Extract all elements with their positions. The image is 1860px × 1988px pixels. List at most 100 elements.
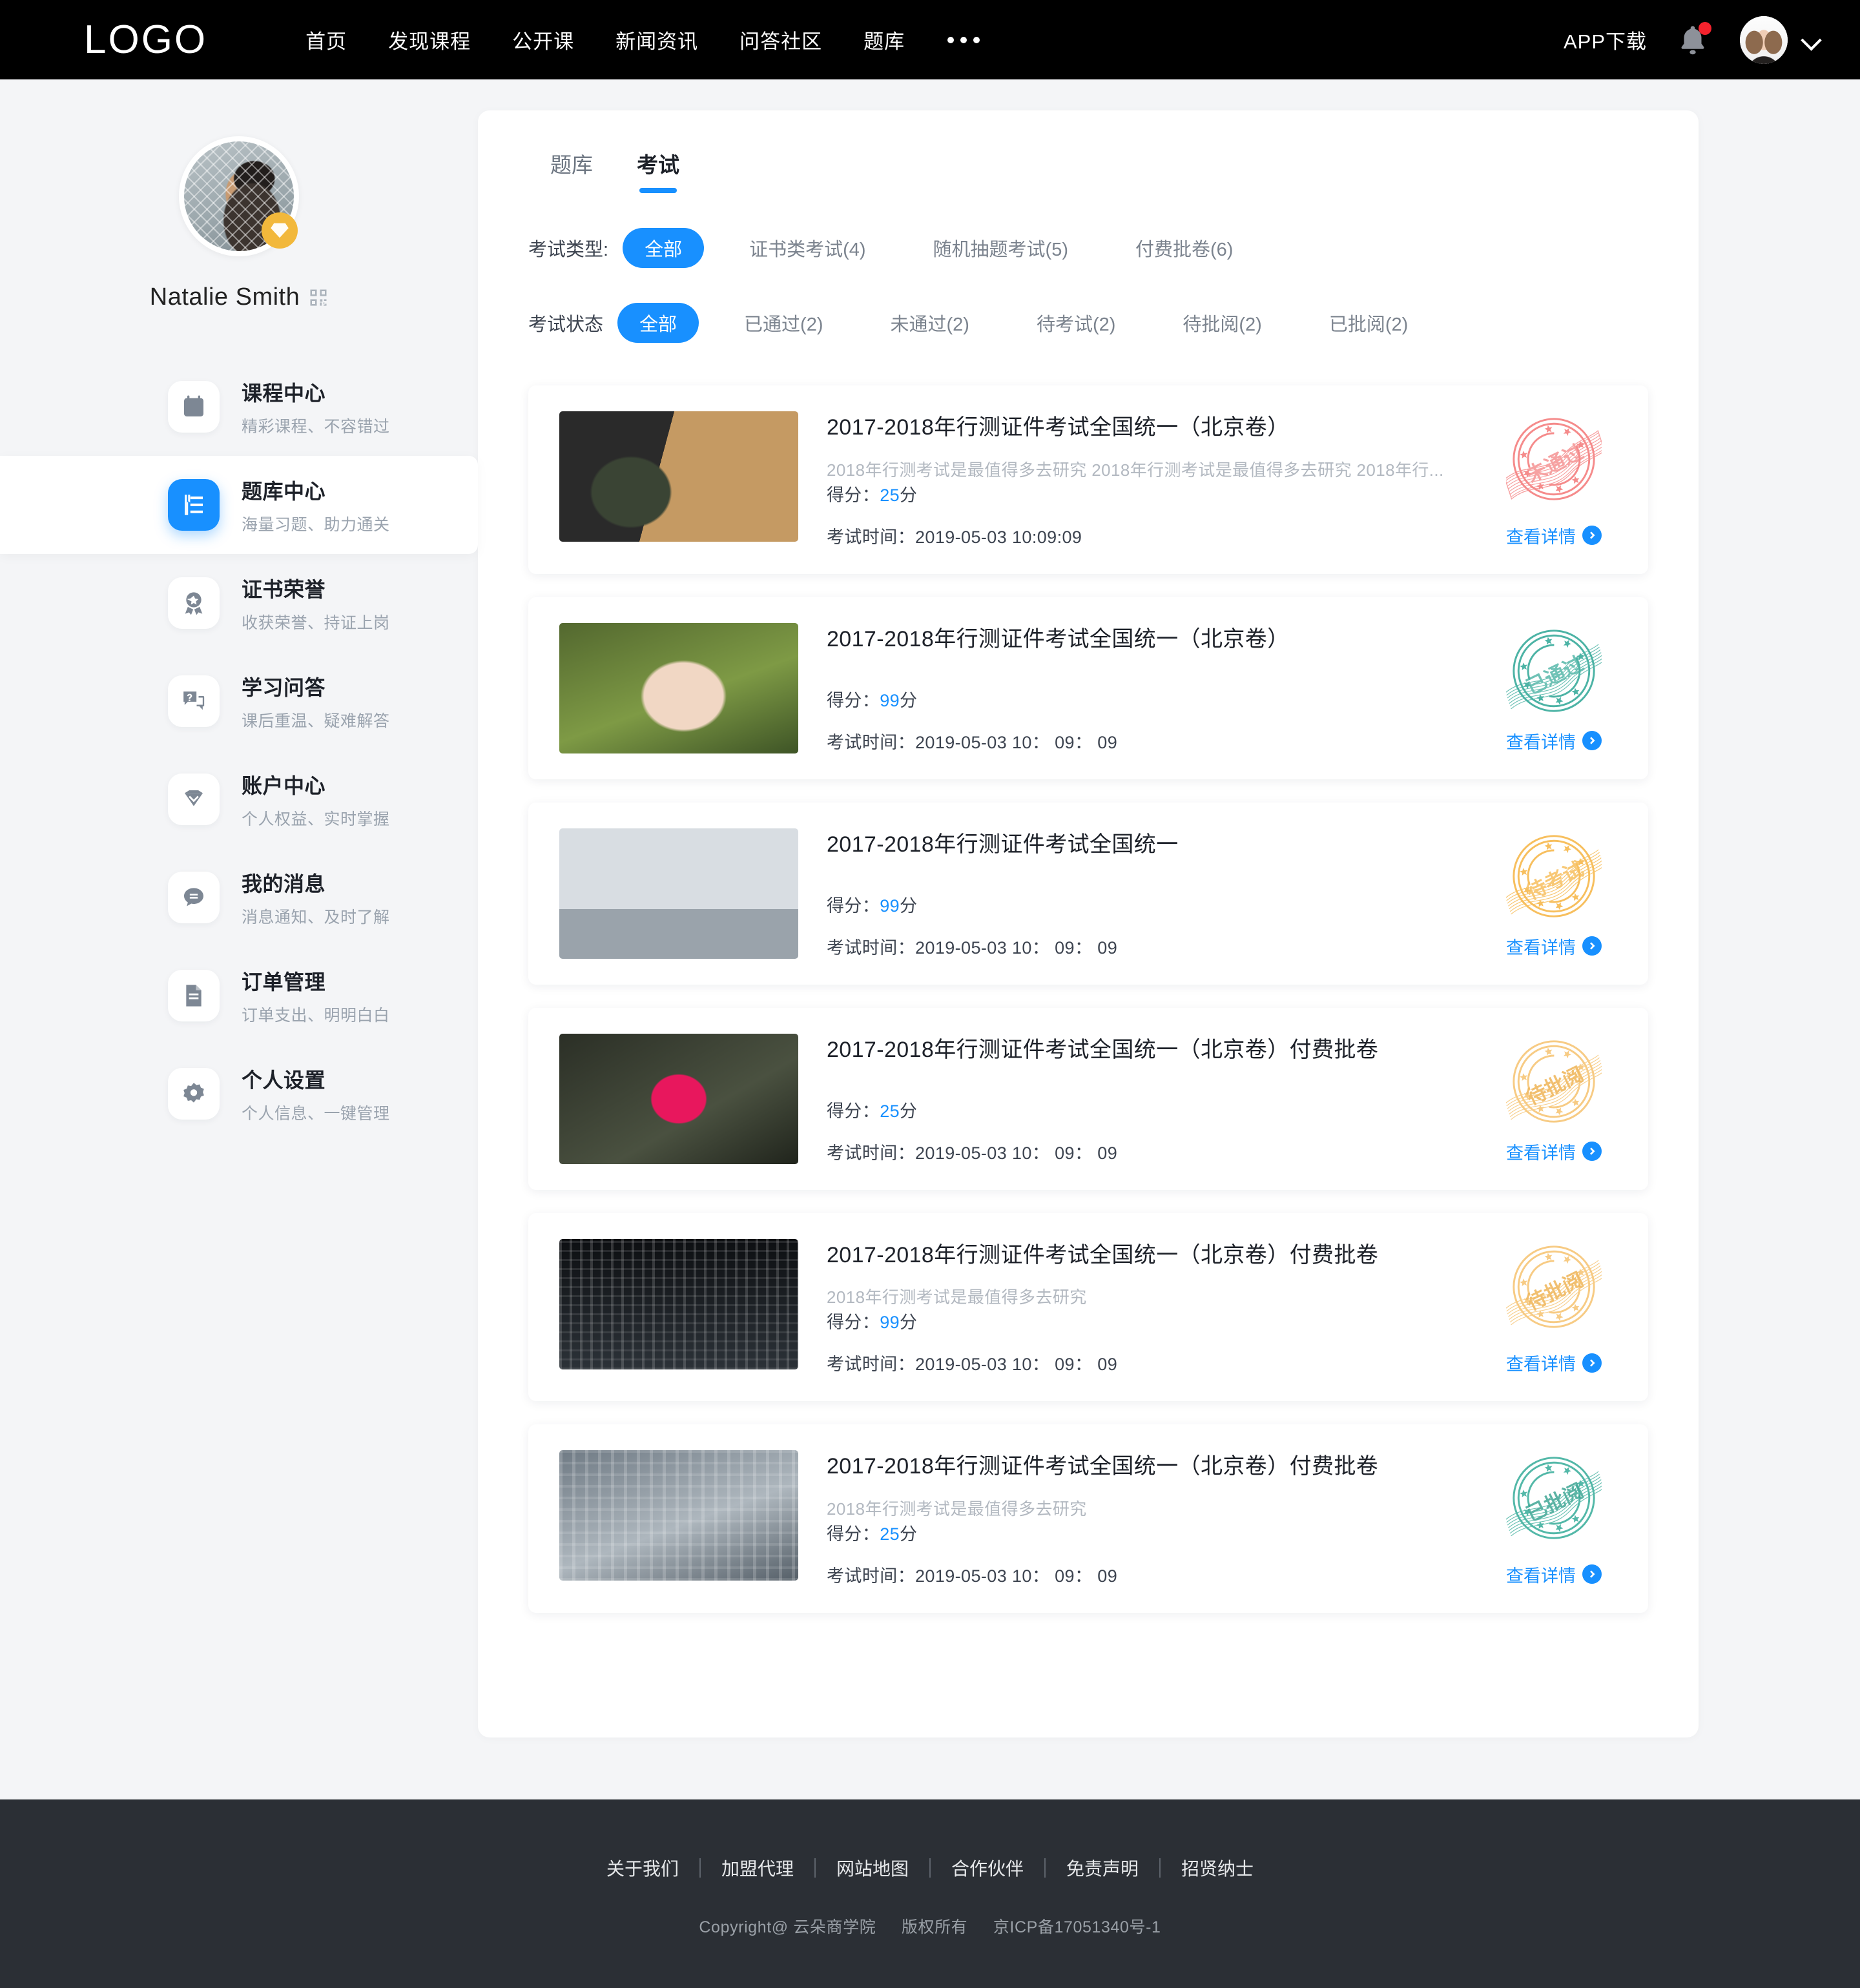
exam-title: 2017-2018年行测证件考试全国统一（北京卷）付费批卷 <box>827 1037 1379 1062</box>
exam-description: 2018年行测考试是最值得多去研究 2018年行测考试是最值得多去研究 2018… <box>827 460 1444 480</box>
sidebar-item-subtitle: 课后重温、疑难解答 <box>242 712 390 730</box>
filter-exam-type-random[interactable]: 随机抽题考试(5) <box>911 228 1090 268</box>
exam-card[interactable]: 2017-2018年行测证件考试全国统一（北京卷）付费批卷 得分：25分 考试时… <box>528 1007 1648 1190</box>
bell-icon[interactable] <box>1675 21 1711 58</box>
chevron-down-icon[interactable] <box>1802 30 1821 50</box>
tab-question-bank[interactable]: 题库 <box>528 148 615 193</box>
ellipsis-icon[interactable] <box>925 36 1002 43</box>
filter-exam-type-all[interactable]: 全部 <box>623 228 705 268</box>
filter-exam-type-certificate[interactable]: 证书类考试(4) <box>727 228 887 268</box>
view-detail-label: 查看详情 <box>1506 1355 1576 1374</box>
icp-text[interactable]: 京ICP备17051340号-1 <box>993 1918 1161 1936</box>
status-badge: 已批阅 <box>1505 1450 1604 1546</box>
footer-link-about[interactable]: 关于我们 <box>586 1855 699 1881</box>
filter-row-exam-type: 考试类型: 全部 证书类考试(4) 随机抽题考试(5) 付费批卷(6) <box>528 228 1699 268</box>
filter-status-reviewed[interactable]: 已批阅(2) <box>1307 303 1430 343</box>
filter-status-all[interactable]: 全部 <box>617 303 699 343</box>
exam-title: 2017-2018年行测证件考试全国统一（北京卷）付费批卷 <box>827 1242 1379 1267</box>
chevron-right-icon <box>1582 936 1602 956</box>
filter-exam-type-paid-grading[interactable]: 付费批卷(6) <box>1113 228 1255 268</box>
view-detail-link[interactable]: 查看详情 <box>1506 728 1602 753</box>
app-download-link[interactable]: APP下载 <box>1564 25 1647 54</box>
view-detail-link[interactable]: 查看详情 <box>1506 1562 1602 1587</box>
nav-item-news[interactable]: 新闻资讯 <box>595 25 719 54</box>
sidebar-item-texts: 个人设置 个人信息、一键管理 <box>242 1064 390 1124</box>
exam-thumbnail <box>559 622 798 753</box>
filter-row-exam-status: 考试状态 全部 已通过(2) 未通过(2) 待考试(2) 待批阅(2) 已批阅(… <box>528 303 1699 343</box>
sidebar-item-account-center[interactable]: 账户中心 个人权益、实时掌握 <box>0 750 478 848</box>
nav-item-courses[interactable]: 发现课程 <box>367 25 491 54</box>
chevron-right-icon <box>1582 1564 1602 1584</box>
view-detail-link[interactable]: 查看详情 <box>1506 1350 1602 1375</box>
sidebar-item-study-qa[interactable]: 学习问答 课后重温、疑难解答 <box>0 652 478 750</box>
medal-icon <box>168 577 220 629</box>
score-unit: 分 <box>900 896 918 916</box>
footer-link-franchise[interactable]: 加盟代理 <box>701 1855 814 1881</box>
sidebar-item-question-bank-center[interactable]: 题库中心 海量习题、助力通关 <box>0 456 478 554</box>
exam-card-right: 已批阅 查看详情 <box>1489 1450 1618 1587</box>
view-detail-link[interactable]: 查看详情 <box>1506 934 1602 959</box>
profile-avatar[interactable] <box>179 136 299 256</box>
sidebar-item-certificates[interactable]: 证书荣誉 收获荣誉、持证上岗 <box>0 554 478 652</box>
filter-status-failed[interactable]: 未通过(2) <box>868 303 991 343</box>
exam-card[interactable]: 2017-2018年行测证件考试全国统一（北京卷）付费批卷 2018年行测考试是… <box>528 1213 1648 1401</box>
sidebar-item-order-management[interactable]: 订单管理 订单支出、明明白白 <box>0 947 478 1045</box>
nav-item-open-class[interactable]: 公开课 <box>491 25 595 54</box>
score-value: 99 <box>880 690 900 710</box>
nav-item-question-bank[interactable]: 题库 <box>843 25 925 54</box>
nav-item-community[interactable]: 问答社区 <box>719 25 843 54</box>
filter-status-pending-review[interactable]: 待批阅(2) <box>1161 303 1283 343</box>
stamp-未通过: 未通过 <box>1504 418 1606 500</box>
nav-item-home[interactable]: 首页 <box>285 25 367 54</box>
site-logo[interactable]: LOGO <box>84 19 207 60</box>
exam-title: 2017-2018年行测证件考试全国统一 <box>827 832 1179 857</box>
status-badge: 待考试 <box>1505 828 1604 924</box>
exam-card-right: 待批阅 查看详情 <box>1489 1239 1618 1376</box>
diamond-glyph <box>271 223 289 238</box>
exam-card[interactable]: 2017-2018年行测证件考试全国统一（北京卷） 得分：99分 考试时间：20… <box>528 597 1648 779</box>
view-detail-link[interactable]: 查看详情 <box>1506 1139 1602 1164</box>
score-label: 得分： <box>827 1101 880 1121</box>
copyright-text: Copyright@ 云朵商学院 <box>699 1918 876 1936</box>
footer-link-disclaimer[interactable]: 免责声明 <box>1046 1855 1159 1881</box>
score-value: 25 <box>880 485 900 505</box>
exam-card[interactable]: 2017-2018年行测证件考试全国统一（北京卷）付费批卷 2018年行测考试是… <box>528 1424 1648 1613</box>
rights-text: 版权所有 <box>901 1918 968 1936</box>
profile-block: Natalie Smith <box>0 110 478 311</box>
exam-time-row: 考试时间：2019-05-03 10： 09： 09 <box>827 1350 1489 1375</box>
footer-link-careers[interactable]: 招贤纳士 <box>1161 1855 1274 1881</box>
filter-status-pending-exam[interactable]: 待考试(2) <box>1015 303 1137 343</box>
footer-link-partners[interactable]: 合作伙伴 <box>931 1855 1044 1881</box>
sidebar-item-subtitle: 海量习题、助力通关 <box>242 515 390 534</box>
score-label: 得分： <box>827 1313 880 1332</box>
avatar[interactable] <box>1740 15 1788 64</box>
sidebar-item-personal-settings[interactable]: 个人设置 个人信息、一键管理 <box>0 1045 478 1143</box>
exam-card[interactable]: 2017-2018年行测证件考试全国统一（北京卷） 2018年行测考试是最值得多… <box>528 385 1648 574</box>
exam-score-row: 得分：25分 <box>827 1097 1489 1122</box>
view-detail-link[interactable]: 查看详情 <box>1506 523 1602 548</box>
sidebar-item-course-center[interactable]: 课程中心 精彩课程、不容错过 <box>0 358 478 456</box>
score-value: 99 <box>880 896 900 916</box>
exam-time-row: 考试时间：2019-05-03 10： 09： 09 <box>827 728 1489 753</box>
exam-card-body: 2017-2018年行测证件考试全国统一（北京卷） 2018年行测考试是最值得多… <box>827 411 1489 548</box>
exam-thumbnail <box>559 411 798 542</box>
time-label: 考试时间： <box>827 938 915 958</box>
exam-card-right: 已通过 查看详情 <box>1489 623 1618 753</box>
qr-code-icon[interactable] <box>309 288 328 307</box>
profile-name-row: Natalie Smith <box>0 283 478 311</box>
sidebar-item-title: 账户中心 <box>242 774 326 797</box>
footer-link-sitemap[interactable]: 网站地图 <box>816 1855 929 1881</box>
exam-card[interactable]: 2017-2018年行测证件考试全国统一 得分：99分 考试时间：2019-05… <box>528 802 1648 985</box>
sidebar-item-subtitle: 消息通知、及时了解 <box>242 908 390 927</box>
sidebar-item-my-messages[interactable]: 我的消息 消息通知、及时了解 <box>0 848 478 947</box>
time-value: 2019-05-03 10： 09： 09 <box>915 1566 1118 1586</box>
score-label: 得分： <box>827 485 880 505</box>
view-detail-label: 查看详情 <box>1506 527 1576 547</box>
exam-thumbnail <box>559 1238 798 1369</box>
document-icon <box>168 970 220 1021</box>
main-nav: 首页 发现课程 公开课 新闻资讯 问答社区 题库 <box>285 25 1002 54</box>
sidebar-item-title: 题库中心 <box>242 479 326 503</box>
filter-status-passed[interactable]: 已通过(2) <box>722 303 845 343</box>
tab-exam[interactable]: 考试 <box>615 148 701 193</box>
exam-title: 2017-2018年行测证件考试全国统一（北京卷）付费批卷 <box>827 1454 1379 1479</box>
